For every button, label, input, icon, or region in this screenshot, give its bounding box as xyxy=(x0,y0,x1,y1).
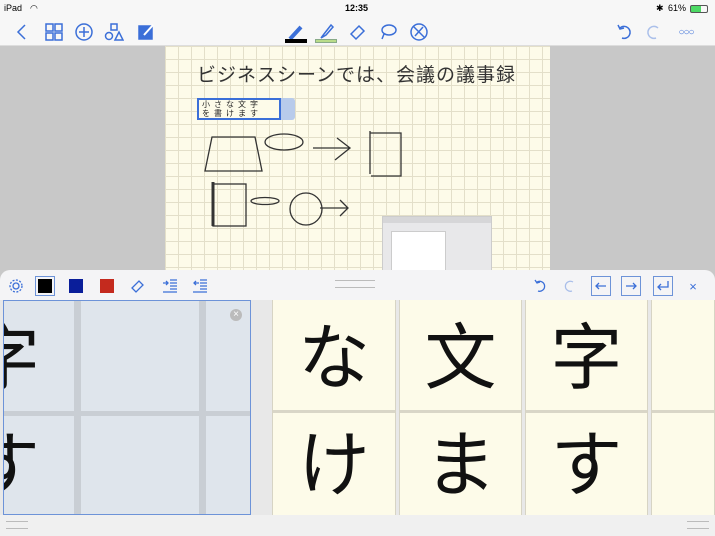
move-left-icon[interactable] xyxy=(591,276,611,296)
handwriting-input-panel: × 字 す × な け 文 ま 字 す xyxy=(0,270,715,536)
cell-glyph: な xyxy=(297,316,370,400)
battery-percent: 61% xyxy=(668,3,687,13)
close-icon[interactable]: × xyxy=(683,276,703,296)
embedded-screenshot[interactable] xyxy=(382,216,492,272)
highlighter-color-indicator xyxy=(315,39,337,43)
more-icon[interactable]: ○○○ xyxy=(674,20,698,44)
battery-icon xyxy=(690,5,708,13)
writing-area[interactable]: 字 す × な け 文 ま 字 す xyxy=(0,300,715,515)
move-right-icon[interactable] xyxy=(621,276,641,296)
outdent-icon[interactable] xyxy=(190,276,210,296)
redo-icon[interactable] xyxy=(642,20,666,44)
undo-icon[interactable] xyxy=(612,20,636,44)
drawn-shapes xyxy=(204,131,402,227)
edit-note-icon[interactable] xyxy=(134,20,158,44)
cell-glyph: す xyxy=(550,423,623,507)
device-name: iPad xyxy=(4,3,23,13)
panel-bottom-bar xyxy=(0,515,715,536)
writing-cell[interactable]: 文 ま xyxy=(399,300,522,515)
writing-cell[interactable]: な け xyxy=(272,300,396,515)
add-icon[interactable] xyxy=(72,20,96,44)
status-bar: iPad ◠ 12:35 ✱ 61% xyxy=(0,0,715,18)
cell-glyph: 字 xyxy=(4,309,54,409)
pages-grid-icon[interactable] xyxy=(42,20,66,44)
cell-glyph: 字 xyxy=(550,316,623,400)
indent-icon[interactable] xyxy=(160,276,180,296)
cell-glyph: す xyxy=(4,416,54,514)
cell-glyph: け xyxy=(297,423,370,507)
redo-icon[interactable] xyxy=(560,276,580,296)
lasso-icon[interactable] xyxy=(376,20,400,44)
pen-color-indicator xyxy=(285,39,307,43)
writing-cell-empty[interactable] xyxy=(651,300,715,515)
newline-icon[interactable] xyxy=(653,276,673,296)
eraser-icon[interactable] xyxy=(128,276,148,296)
clock: 12:35 xyxy=(345,3,369,13)
eraser-icon[interactable] xyxy=(346,20,370,44)
color-red[interactable] xyxy=(97,276,117,296)
note-page[interactable]: ビジネスシーンでは、会議の議事録 小さな文字 を書けます xyxy=(165,46,550,272)
resize-handle-left[interactable] xyxy=(6,521,28,529)
bluetooth-icon: ✱ xyxy=(656,3,664,13)
wifi-icon: ◠ xyxy=(30,3,38,13)
shapes-icon[interactable] xyxy=(102,20,126,44)
disable-pen-icon[interactable] xyxy=(407,20,431,44)
back-icon[interactable] xyxy=(10,20,34,44)
cell-glyph: ま xyxy=(424,423,497,507)
resize-handle-right[interactable] xyxy=(687,521,709,529)
main-toolbar: ○○○ xyxy=(0,18,715,46)
cell-glyph: 文 xyxy=(424,316,497,400)
clear-selection-icon[interactable]: × xyxy=(230,309,242,321)
color-blue[interactable] xyxy=(66,276,86,296)
color-black[interactable] xyxy=(35,276,55,296)
selected-cells[interactable]: 字 す × xyxy=(3,300,251,515)
panel-drag-handle[interactable] xyxy=(335,280,375,288)
writing-cell[interactable]: 字 す xyxy=(525,300,648,515)
settings-gear-icon[interactable] xyxy=(6,276,26,296)
undo-icon[interactable] xyxy=(530,276,550,296)
